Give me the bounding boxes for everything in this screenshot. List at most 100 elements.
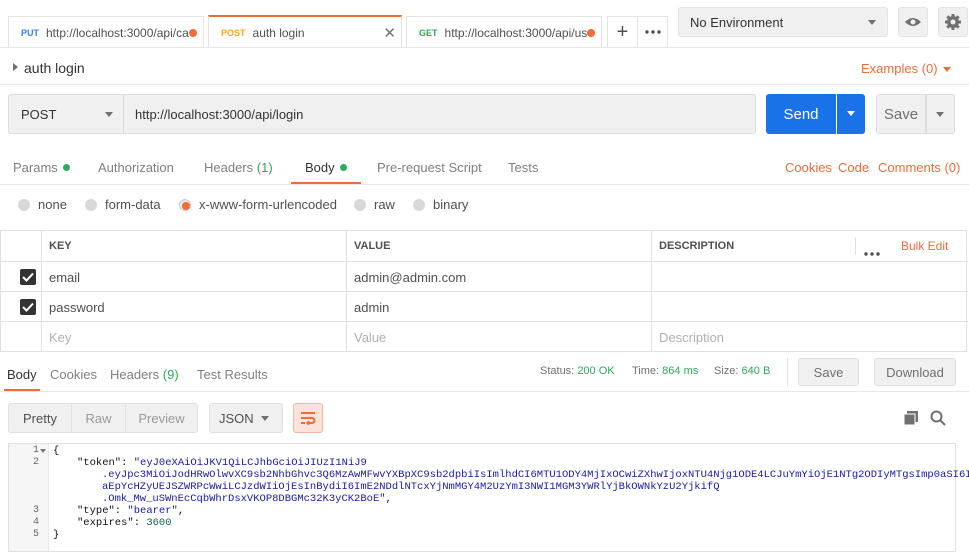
- tab-body[interactable]: Body: [305, 160, 347, 175]
- examples-dropdown[interactable]: Examples (0): [861, 61, 951, 76]
- unsaved-dot: [587, 29, 595, 37]
- tab-divider: [0, 47, 969, 48]
- new-value-input[interactable]: Value: [347, 322, 652, 352]
- code-line: }: [53, 529, 60, 541]
- radio-circle: [18, 198, 30, 211]
- tab-tests[interactable]: Tests: [508, 160, 538, 175]
- tab-label: http://localhost:3000/api/us: [444, 25, 588, 40]
- radio-form-data[interactable]: form-data: [85, 197, 161, 212]
- environment-label: No Environment: [690, 14, 784, 30]
- tab-params[interactable]: Params: [13, 160, 70, 175]
- radio-label: x-www-form-urlencoded: [199, 197, 337, 212]
- time-label: Time:: [632, 365, 660, 377]
- radio-raw[interactable]: raw: [354, 197, 395, 212]
- chevron-right-icon[interactable]: [13, 63, 18, 71]
- copy-icon[interactable]: [903, 410, 919, 429]
- cookies-link[interactable]: Cookies: [785, 160, 832, 175]
- response-tab-cookies[interactable]: Cookies: [50, 367, 97, 382]
- column-header-key: KEY: [42, 231, 347, 261]
- status-dot: [62, 164, 70, 171]
- tab-label: Headers: [204, 160, 254, 175]
- method-label: POST: [21, 106, 57, 122]
- request-tab-put[interactable]: PUT http://localhost:3000/api/ca: [8, 16, 204, 48]
- time-readout: Time: 864 ms: [632, 365, 698, 377]
- save-response-button[interactable]: Save: [798, 358, 859, 386]
- value-cell[interactable]: admin@admin.com: [347, 262, 652, 292]
- checkbox-column-header: [1, 231, 42, 261]
- tab-headers[interactable]: Headers (1): [204, 160, 273, 175]
- line-number: 3: [32, 505, 39, 516]
- chevron-down-icon: [847, 111, 855, 116]
- method-select[interactable]: POST: [8, 94, 124, 134]
- headers-count: (1): [256, 160, 273, 175]
- chevron-down-icon: [936, 112, 944, 117]
- response-tab-headers[interactable]: Headers (9): [110, 367, 179, 382]
- wrap-lines-icon[interactable]: [293, 403, 323, 433]
- tab-authorization[interactable]: Authorization: [98, 160, 174, 175]
- send-button[interactable]: Send: [766, 94, 836, 134]
- code-line: "token": "eyJ0eXAiOiJKV1QiLCJhbGciOiJIUz…: [77, 457, 367, 469]
- line-number: 1: [32, 445, 39, 456]
- more-horizontal-icon[interactable]: [864, 244, 880, 259]
- description-cell[interactable]: [652, 292, 967, 322]
- method-badge: POST: [221, 27, 246, 38]
- download-button[interactable]: Download: [874, 358, 956, 386]
- response-tab-body[interactable]: Body: [7, 367, 37, 382]
- radio-none[interactable]: none: [18, 197, 67, 212]
- status-readout: Status: 200 OK: [540, 365, 615, 377]
- view-raw-button[interactable]: Raw: [71, 403, 126, 433]
- chevron-down-icon: [261, 416, 269, 421]
- close-icon[interactable]: ✕: [383, 24, 396, 42]
- more-horizontal-icon[interactable]: [637, 16, 668, 48]
- eye-icon[interactable]: [898, 7, 928, 37]
- save-button[interactable]: Save: [876, 94, 926, 134]
- gear-icon[interactable]: [938, 7, 968, 37]
- request-tab-get[interactable]: GET http://localhost:3000/api/us: [406, 16, 602, 48]
- key-cell[interactable]: email: [42, 262, 347, 292]
- response-tab-test-results[interactable]: Test Results: [197, 367, 268, 382]
- key-cell[interactable]: password: [42, 292, 347, 322]
- radio-label: none: [38, 197, 67, 212]
- url-input[interactable]: http://localhost:3000/api/login: [124, 94, 756, 134]
- fold-toggle-icon[interactable]: [40, 449, 46, 453]
- search-icon[interactable]: [930, 410, 946, 429]
- radio-binary[interactable]: binary: [413, 197, 468, 212]
- json-string: "eyJ0eXAiOiJKV1QiLCJhbGciOiJIUzI1NiJ9: [133, 457, 367, 469]
- size-value: 640 B: [741, 365, 771, 377]
- line-number: 5: [32, 529, 39, 540]
- code-line: .Omk_Mw_uSWnEcCqbWhrDsxVKOP8DBGMc32K3yCK…: [102, 493, 392, 505]
- method-badge: GET: [419, 27, 438, 38]
- environment-select[interactable]: No Environment: [678, 7, 888, 37]
- row-checkbox[interactable]: [20, 299, 36, 315]
- json-string: .Omk_Mw_uSWnEcCqbWhrDsxVKOP8DBGMc32K3yCK…: [102, 493, 386, 505]
- code-link[interactable]: Code: [838, 160, 869, 175]
- save-options-button[interactable]: [926, 94, 955, 134]
- bulk-edit-link[interactable]: Bulk Edit: [901, 239, 948, 253]
- request-tab-post[interactable]: POST auth login ✕: [208, 15, 402, 48]
- radio-urlencoded[interactable]: x-www-form-urlencoded: [179, 197, 337, 212]
- send-options-button[interactable]: [837, 94, 865, 134]
- code-line: {: [53, 445, 60, 457]
- description-cell[interactable]: [652, 262, 967, 292]
- status-label: Status:: [540, 365, 575, 377]
- format-label: JSON: [219, 410, 254, 426]
- radio-label: form-data: [105, 197, 161, 212]
- view-preview-button[interactable]: Preview: [125, 403, 198, 433]
- value-cell[interactable]: admin: [347, 292, 652, 322]
- plus-icon[interactable]: +: [607, 16, 638, 48]
- response-body-editor[interactable]: 1 2 3 4 5 { "token": "eyJ0eXAiOiJKV1QiLC…: [8, 443, 969, 552]
- code-line: "type": "bearer",: [77, 505, 185, 517]
- divider: [0, 184, 969, 185]
- tab-prerequest-script[interactable]: Pre-request Script: [377, 160, 482, 175]
- json-key: "expires":: [77, 517, 147, 529]
- view-pretty-button[interactable]: Pretty: [8, 403, 72, 433]
- size-readout: Size: 640 B: [714, 365, 770, 377]
- comments-link[interactable]: Comments (0): [878, 160, 960, 175]
- new-key-input[interactable]: Key: [42, 322, 347, 352]
- request-name[interactable]: auth login: [24, 60, 85, 76]
- new-description-input[interactable]: Description: [652, 322, 967, 352]
- code-line: aEpYcHZyUEJSZWRPcWwiLCJzdWIiOjEsInBydiI6…: [102, 481, 720, 493]
- tab-label: Params: [13, 160, 58, 175]
- format-select[interactable]: JSON: [209, 403, 283, 433]
- row-checkbox[interactable]: [20, 269, 36, 285]
